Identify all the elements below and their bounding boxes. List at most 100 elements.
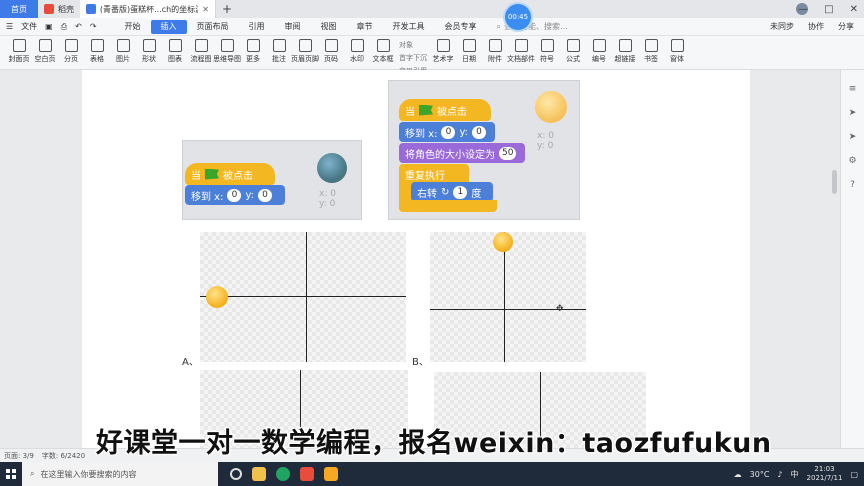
close-tab-icon[interactable]: ✕: [202, 5, 209, 14]
ribbon-button-14[interactable]: 文本框: [370, 36, 396, 70]
menu-tab-0[interactable]: 开始: [115, 18, 151, 36]
quick-access: ☰ 文件 ▣ ⎙ ↶ ↷: [0, 21, 97, 32]
menu-tab-3[interactable]: 引用: [239, 18, 275, 36]
sprite-y-coord: y: 0: [319, 199, 336, 209]
ribbon-icon-6: [168, 39, 182, 52]
turn-unit: 度: [471, 188, 482, 200]
ribbon-button-0[interactable]: 封面页: [6, 36, 32, 70]
ribbon-label-0: 封面页: [8, 55, 30, 63]
ribbon-button-18[interactable]: 文档部件: [507, 36, 535, 70]
collab-button[interactable]: 协作: [808, 21, 824, 32]
option-b-grid: ✥: [430, 232, 586, 362]
menu-tab-6[interactable]: 章节: [347, 18, 383, 36]
ribbon-icon-20: [566, 39, 580, 52]
ribbon-button-22[interactable]: 超链接: [612, 36, 638, 70]
x-value: 0: [441, 125, 456, 139]
menu-tab-4[interactable]: 审阅: [275, 18, 311, 36]
ribbon-button-19[interactable]: 符号: [534, 36, 560, 70]
taskbar-search[interactable]: ⌕ 在这里输入你要搜索的内容: [22, 462, 218, 486]
ribbon-button-16[interactable]: 日期: [456, 36, 482, 70]
redo-icon[interactable]: ↷: [90, 22, 97, 31]
new-tab-button[interactable]: +: [216, 2, 238, 16]
print-icon[interactable]: ⎙: [61, 22, 67, 32]
share-button[interactable]: 分享: [838, 21, 854, 32]
ribbon-label-24: 窗体: [670, 55, 684, 63]
settings-icon[interactable]: ⚙: [848, 156, 858, 166]
ribbon-button-6[interactable]: 图表: [162, 36, 188, 70]
ribbon-button-23[interactable]: 书签: [638, 36, 664, 70]
go-to-xy-block-b: 移到 x: 0 y: 0: [399, 122, 495, 142]
option-a-label: A、: [182, 357, 199, 368]
ribbon-button-20[interactable]: 公式: [560, 36, 586, 70]
ribbon-label-19: 符号: [540, 55, 554, 63]
menu-tab-5[interactable]: 视图: [311, 18, 347, 36]
sun-sprite: [535, 91, 567, 123]
ribbon-button-9[interactable]: 更多: [240, 36, 266, 70]
wps-icon[interactable]: [300, 467, 314, 481]
ribbon-label-21: 编号: [592, 55, 606, 63]
menu-tab-7[interactable]: 开发工具: [383, 18, 435, 36]
ribbon-button-21[interactable]: 编号: [586, 36, 612, 70]
ribbon-button-3[interactable]: 表格: [84, 36, 110, 70]
close-window-icon[interactable]: ✕: [850, 4, 858, 15]
taskbar-apps: [230, 467, 338, 481]
document-tab[interactable]: (青番版)蛋糕杯...ch的坐标游戏3k ✕: [80, 0, 216, 18]
forever-block: 重复执行: [399, 164, 469, 184]
browser-icon[interactable]: [276, 467, 290, 481]
maximize-icon[interactable]: □: [824, 4, 833, 15]
ribbon-small-item-0[interactable]: 对象: [399, 40, 427, 50]
minimize-icon[interactable]: —: [798, 4, 808, 15]
recording-timer: 00:45: [505, 4, 531, 30]
ribbon-button-4[interactable]: 图片: [110, 36, 136, 70]
select-icon[interactable]: ➤: [848, 108, 858, 118]
ribbon-button-5[interactable]: 形状: [136, 36, 162, 70]
sync-status[interactable]: 未同步: [770, 21, 794, 32]
vertical-scrollbar[interactable]: [832, 170, 837, 194]
go-to-label: 移到 x:: [405, 128, 438, 140]
ribbon-button-2[interactable]: 分页: [58, 36, 84, 70]
ribbon-label-15: 艺术字: [432, 55, 454, 63]
draft-tab[interactable]: 稻壳: [38, 0, 80, 18]
ribbon-button-10[interactable]: 批注: [266, 36, 292, 70]
ribbon-button-24[interactable]: 窗体: [664, 36, 690, 70]
volume-icon[interactable]: ♪: [777, 470, 782, 479]
notes-app-icon[interactable]: [324, 467, 338, 481]
ribbon-button-1[interactable]: 空白页: [32, 36, 58, 70]
weather-icon[interactable]: ☁: [734, 470, 742, 479]
ribbon-small-item-1[interactable]: 首字下沉: [399, 53, 427, 63]
notification-icon[interactable]: ▢: [850, 470, 858, 479]
hamburger-icon[interactable]: ☰: [6, 22, 13, 31]
ribbon-button-11[interactable]: 页眉页脚: [291, 36, 319, 70]
y-label: y:: [245, 189, 255, 201]
ime-icon[interactable]: 中: [791, 469, 799, 480]
mouse-cursor-icon: ✥: [556, 304, 564, 314]
menu-tab-1[interactable]: 插入: [150, 19, 187, 34]
earth-sprite: [317, 153, 347, 183]
ribbon-button-8[interactable]: 思维导图: [213, 36, 241, 70]
ribbon-label-9: 更多: [246, 55, 260, 63]
save-icon[interactable]: ▣: [45, 22, 53, 31]
task-view-icon[interactable]: [230, 468, 242, 480]
nav-icon[interactable]: ≡: [848, 84, 858, 94]
menu-tab-2[interactable]: 页面布局: [187, 18, 239, 36]
clock[interactable]: 21:03 2021/7/11: [807, 465, 843, 483]
ribbon-button-17[interactable]: 附件: [482, 36, 508, 70]
start-button[interactable]: [0, 462, 22, 486]
page-indicator: 页面: 3/9: [4, 451, 34, 460]
ribbon-button-12[interactable]: 页码: [318, 36, 344, 70]
ribbon-button-7[interactable]: 流程图: [188, 36, 214, 70]
undo-icon[interactable]: ↶: [75, 22, 82, 31]
window-controls: — □ ✕: [798, 0, 858, 18]
file-explorer-icon[interactable]: [252, 467, 266, 481]
ribbon-button-13[interactable]: 水印: [344, 36, 370, 70]
help-icon[interactable]: ?: [848, 180, 858, 190]
cursor-icon[interactable]: ➤: [848, 132, 858, 142]
ribbon-icon-11: [298, 39, 312, 52]
home-tab[interactable]: 首页: [0, 0, 38, 18]
file-menu[interactable]: 文件: [21, 21, 37, 32]
temperature: 30°C: [749, 469, 770, 479]
docer-icon: [44, 4, 54, 14]
ribbon-button-15[interactable]: 艺术字: [430, 36, 456, 70]
menu-tab-8[interactable]: 会员专享: [435, 18, 487, 36]
workspace: 当 被点击 移到 x: 0 y: 0 x: 0 y: 0 当 被点击 移到 x:: [0, 70, 864, 448]
